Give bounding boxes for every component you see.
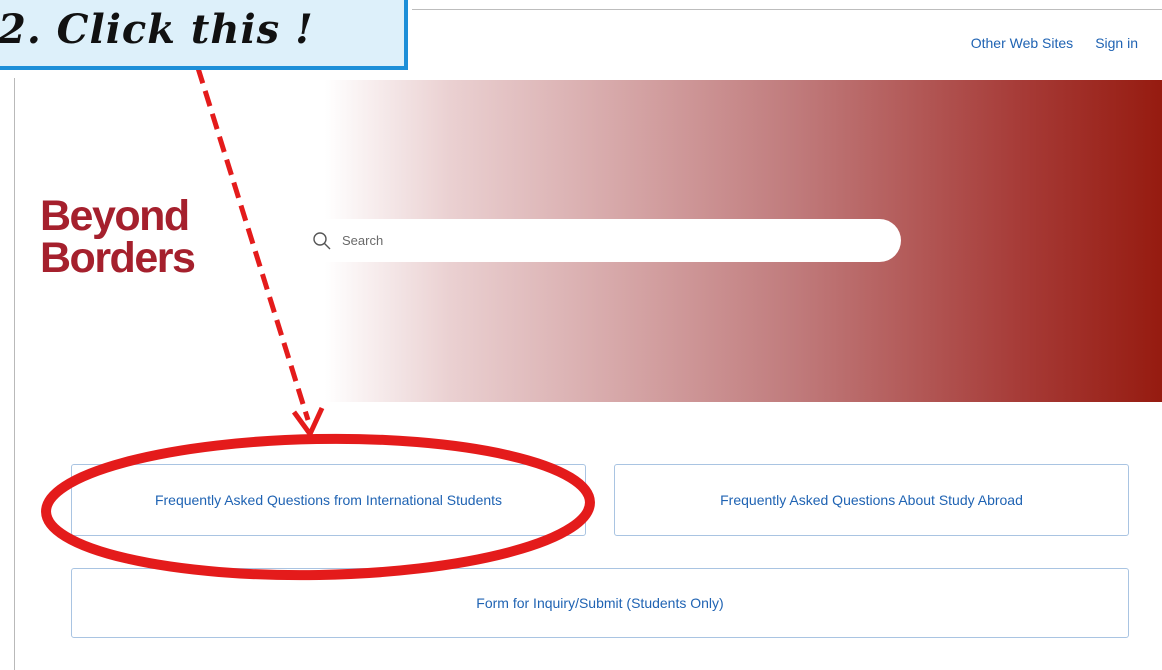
logo-line-1: Beyond (40, 192, 190, 240)
beyond-borders-logo[interactable]: Beyond Borders (40, 192, 196, 282)
logo-line-2: Borders (40, 234, 196, 282)
search-input[interactable] (340, 232, 864, 249)
page: Other Web Sites Sign in Beyond Borders F… (0, 0, 1162, 670)
top-divider (412, 9, 1162, 10)
header-nav: Other Web Sites Sign in (971, 35, 1138, 51)
annotation-text: 2. Click this ! (0, 5, 314, 53)
sign-in-link[interactable]: Sign in (1095, 35, 1138, 51)
search-icon (312, 231, 332, 251)
faq-study-abroad-card[interactable]: Frequently Asked Questions About Study A… (614, 464, 1129, 536)
faq-international-students-card[interactable]: Frequently Asked Questions from Internat… (71, 464, 586, 536)
annotation-callout: 2. Click this ! (0, 0, 408, 70)
other-web-sites-link[interactable]: Other Web Sites (971, 35, 1073, 51)
search-box[interactable] (296, 219, 901, 262)
inquiry-form-card[interactable]: Form for Inquiry/Submit (Students Only) (71, 568, 1129, 638)
